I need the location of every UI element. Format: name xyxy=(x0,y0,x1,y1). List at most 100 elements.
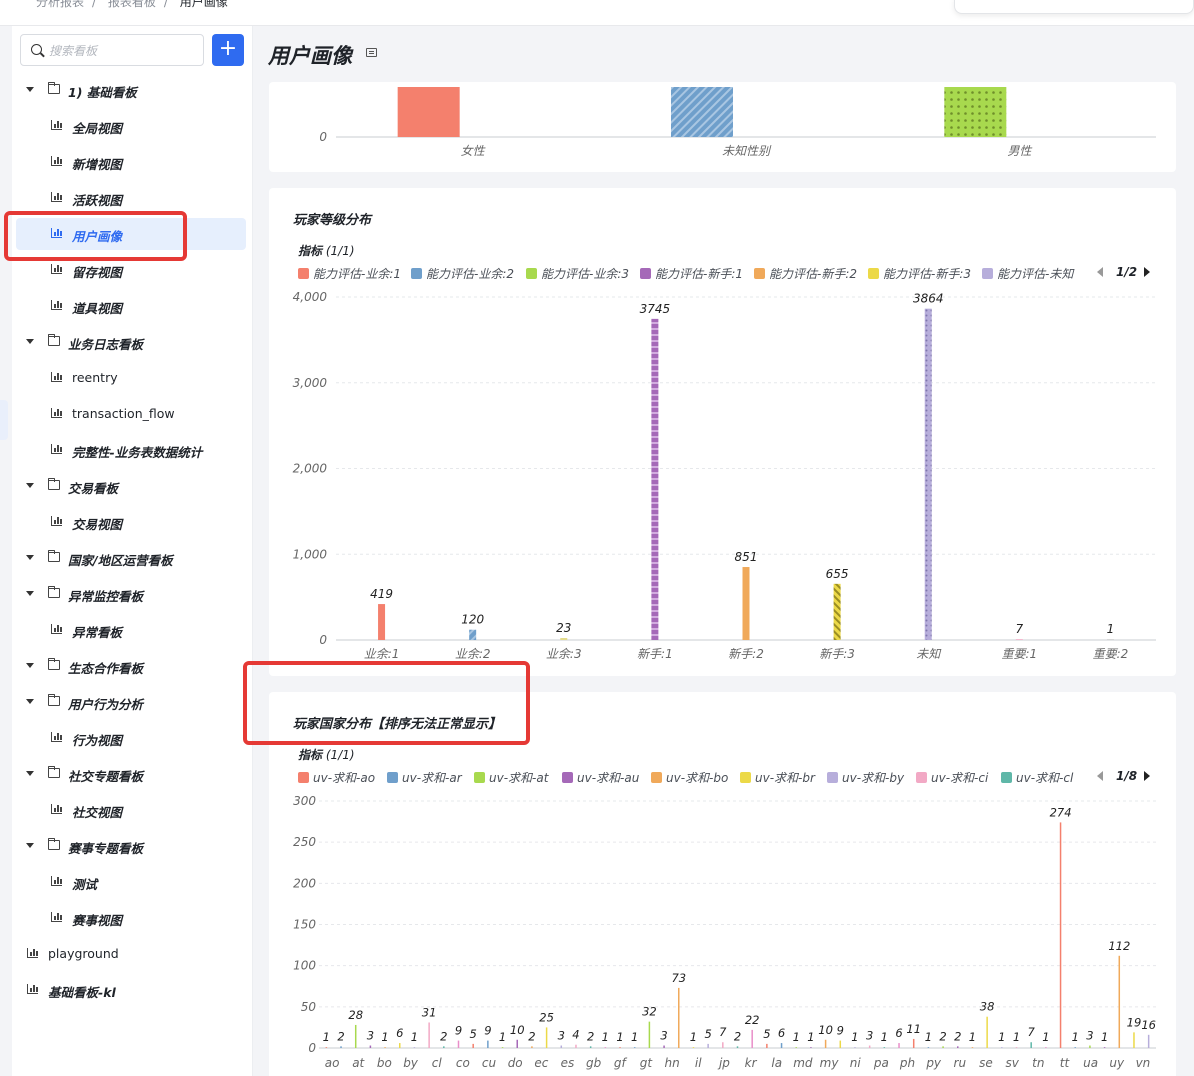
bar[interactable] xyxy=(722,1042,724,1048)
bar[interactable] xyxy=(780,1043,783,1048)
tree-folder-21[interactable]: 赛事专题看板 xyxy=(16,830,246,862)
bar[interactable] xyxy=(589,1046,592,1048)
bar[interactable] xyxy=(678,987,680,1048)
bar[interactable] xyxy=(1106,639,1114,640)
bar[interactable] xyxy=(545,1027,548,1048)
bar[interactable] xyxy=(340,1046,342,1048)
bar[interactable] xyxy=(560,638,568,640)
caret-down-icon[interactable] xyxy=(26,87,34,92)
bar[interactable] xyxy=(912,1038,915,1048)
bar[interactable] xyxy=(957,1046,959,1048)
tree-item-4[interactable]: 用户画像 xyxy=(16,218,246,250)
bar[interactable] xyxy=(927,1047,930,1048)
bar[interactable] xyxy=(560,1045,563,1048)
bar[interactable] xyxy=(1045,1047,1047,1048)
bar[interactable] xyxy=(354,1024,357,1048)
tree-item-2[interactable]: 新增视图 xyxy=(16,146,246,178)
caret-down-icon[interactable] xyxy=(26,771,34,776)
caret-down-icon[interactable] xyxy=(26,555,34,560)
caret-down-icon[interactable] xyxy=(26,339,34,344)
bar[interactable] xyxy=(516,1039,518,1048)
bar[interactable] xyxy=(942,1046,944,1048)
bar[interactable] xyxy=(443,1046,445,1048)
bar[interactable] xyxy=(736,1046,739,1048)
comment-icon[interactable] xyxy=(366,48,377,57)
bar[interactable] xyxy=(469,629,477,640)
tree-item-22[interactable]: 测试 xyxy=(16,866,246,898)
bar[interactable] xyxy=(944,87,1007,137)
bar[interactable] xyxy=(971,1047,974,1048)
bar[interactable] xyxy=(1074,1047,1076,1048)
bar[interactable] xyxy=(619,1047,621,1048)
tree-item-15[interactable]: 异常看板 xyxy=(16,614,246,646)
bar[interactable] xyxy=(1147,1034,1150,1048)
tree-item-5[interactable]: 留存视图 xyxy=(16,254,246,286)
bar[interactable] xyxy=(531,1046,533,1048)
tree-item-9[interactable]: transaction_flow xyxy=(16,398,246,430)
bar[interactable] xyxy=(604,1047,607,1048)
tree-item-25[interactable]: 基础看板-kl xyxy=(16,974,246,1006)
bar[interactable] xyxy=(868,1045,871,1048)
bar[interactable] xyxy=(413,1047,416,1048)
bar[interactable] xyxy=(663,1045,665,1048)
tree-item-24[interactable]: playground xyxy=(16,938,246,970)
bar[interactable] xyxy=(384,1047,386,1048)
bar[interactable] xyxy=(472,1043,474,1048)
bar[interactable] xyxy=(1133,1032,1135,1048)
bar[interactable] xyxy=(986,1016,988,1048)
caret-down-icon[interactable] xyxy=(26,663,34,668)
bar[interactable] xyxy=(633,1047,636,1048)
bar[interactable] xyxy=(399,1043,401,1048)
tree-folder-14[interactable]: 异常监控看板 xyxy=(16,578,246,610)
bar[interactable] xyxy=(824,1039,827,1048)
bar[interactable] xyxy=(457,1040,460,1048)
bar[interactable] xyxy=(810,1047,812,1048)
bar[interactable] xyxy=(1118,955,1121,1048)
bar[interactable] xyxy=(766,1043,768,1048)
bar[interactable] xyxy=(795,1047,797,1048)
bar[interactable] xyxy=(671,87,733,137)
tree-folder-7[interactable]: 业务日志看板 xyxy=(16,326,246,358)
bar[interactable] xyxy=(1059,822,1062,1048)
search-input[interactable] xyxy=(49,41,199,61)
bar[interactable] xyxy=(397,87,460,137)
bar[interactable] xyxy=(1089,1045,1091,1048)
bar[interactable] xyxy=(1103,1047,1106,1048)
caret-down-icon[interactable] xyxy=(26,483,34,488)
bar[interactable] xyxy=(648,1021,651,1048)
tree-item-1[interactable]: 全局视图 xyxy=(16,110,246,142)
collapsed-nav-strip[interactable] xyxy=(0,400,8,440)
breadcrumb-item[interactable]: 分析报表 xyxy=(36,0,84,9)
bar[interactable] xyxy=(1015,1047,1018,1048)
bar[interactable] xyxy=(692,1047,695,1048)
bar[interactable] xyxy=(487,1040,489,1048)
tree-item-8[interactable]: reentry xyxy=(16,362,246,394)
bar[interactable] xyxy=(378,604,386,640)
tree-item-6[interactable]: 道具视图 xyxy=(16,290,246,322)
bar[interactable] xyxy=(369,1045,372,1048)
bar[interactable] xyxy=(898,1043,900,1048)
tree-folder-11[interactable]: 交易看板 xyxy=(16,470,246,502)
bar[interactable] xyxy=(854,1047,856,1048)
tree-item-20[interactable]: 社交视图 xyxy=(16,794,246,826)
tree-item-3[interactable]: 活跃视图 xyxy=(16,182,246,214)
tree-item-23[interactable]: 赛事视图 xyxy=(16,902,246,934)
tree-folder-19[interactable]: 社交专题看板 xyxy=(16,758,246,790)
bar[interactable] xyxy=(501,1047,504,1048)
tree-folder-13[interactable]: 国家/地区运营看板 xyxy=(16,542,246,574)
bar[interactable] xyxy=(1001,1047,1003,1048)
bar[interactable] xyxy=(1015,639,1023,640)
caret-down-icon[interactable] xyxy=(26,843,34,848)
tree-item-12[interactable]: 交易视图 xyxy=(16,506,246,538)
bar[interactable] xyxy=(575,1044,577,1048)
bar[interactable] xyxy=(1030,1042,1032,1048)
tree-folder-0[interactable]: 1) 基础看板 xyxy=(16,74,246,106)
tree-folder-16[interactable]: 生态合作看板 xyxy=(16,650,246,682)
bar[interactable] xyxy=(883,1047,886,1048)
bar[interactable] xyxy=(707,1043,709,1048)
bar[interactable] xyxy=(839,1040,842,1048)
bar[interactable] xyxy=(924,308,932,640)
search-box[interactable] xyxy=(20,34,204,66)
bar[interactable] xyxy=(325,1047,328,1048)
caret-down-icon[interactable] xyxy=(26,699,34,704)
